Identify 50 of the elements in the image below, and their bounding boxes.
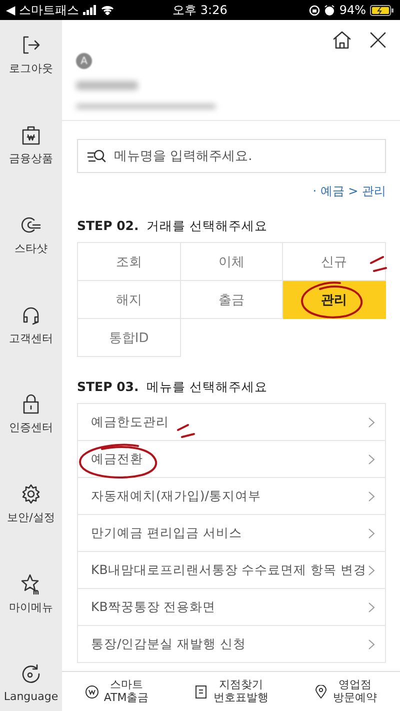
- rotation-lock-icon: [309, 4, 320, 16]
- option-tab[interactable]: 출금: [180, 281, 284, 319]
- chevron-right-icon: [368, 490, 375, 502]
- settings-icon: [20, 483, 42, 506]
- step-subtitle: 메뉴를 선택해주세요: [146, 379, 268, 396]
- step-title: STEP 02.: [77, 218, 139, 235]
- annotation-drawing: [177, 424, 195, 438]
- shopping-bag-icon: [20, 124, 42, 146]
- chevron-right-icon: [368, 454, 375, 464]
- bottom-nav-item[interactable]: 스마트 ATM출금: [84, 678, 149, 704]
- sidebar-item[interactable]: 스타샷: [0, 214, 62, 256]
- battery-percent: 94%: [339, 3, 366, 17]
- clock-time: 오후 3:26: [172, 2, 228, 18]
- location-pin-icon: [314, 684, 328, 698]
- atm-icon: [84, 684, 99, 698]
- option-tab[interactable]: 신규: [283, 243, 386, 281]
- chevron-right-icon: [368, 602, 375, 612]
- ticket-icon: [194, 684, 208, 698]
- chevron-right-icon: [368, 528, 375, 538]
- sidebar-item[interactable]: 인증센터: [0, 393, 62, 436]
- option-tab[interactable]: 이체: [180, 243, 284, 281]
- bottom-nav-item[interactable]: 지점찾기 번호표발행: [194, 678, 268, 704]
- sidebar-item[interactable]: 고객센터: [0, 304, 62, 346]
- step-title: STEP 03.: [77, 379, 139, 396]
- signal-icon: [83, 5, 98, 15]
- option-tab[interactable]: 통합ID: [78, 319, 181, 357]
- chevron-right-icon: [368, 416, 375, 428]
- option-tab[interactable]: 관리: [283, 281, 386, 319]
- search-field[interactable]: 메뉴명을 입력해주세요.: [77, 139, 386, 173]
- sidebar-item[interactable]: 로그아웃: [0, 34, 62, 76]
- sidebar-item[interactable]: 금융상품: [0, 124, 62, 166]
- step-subtitle: 거래를 선택해주세요: [146, 218, 268, 235]
- blurred-name: [76, 81, 138, 90]
- sidebar-item[interactable]: Language: [0, 662, 62, 703]
- refresh-icon: [20, 662, 42, 685]
- back-link[interactable]: ◀ 스마트패스: [6, 2, 80, 18]
- wifi-icon: [101, 5, 114, 15]
- alarm-icon: [324, 4, 336, 16]
- annotation-drawing: [301, 282, 363, 318]
- annotation-drawing: [370, 256, 387, 272]
- chevron-right-icon: [368, 638, 375, 650]
- sidebar-item[interactable]: 마이메뉴: [0, 573, 62, 616]
- option-tab[interactable]: 해지: [78, 281, 181, 319]
- avatar-icon: A: [76, 53, 92, 69]
- bottom-nav-item[interactable]: 영업점 방문예약: [314, 678, 378, 704]
- option-tab[interactable]: 조회: [78, 243, 181, 281]
- sidebar-item[interactable]: 보안/설정: [0, 483, 62, 526]
- battery-icon: [370, 4, 394, 16]
- breadcrumb: · 예금 > 관리: [312, 183, 386, 200]
- chevron-right-icon: [368, 564, 375, 576]
